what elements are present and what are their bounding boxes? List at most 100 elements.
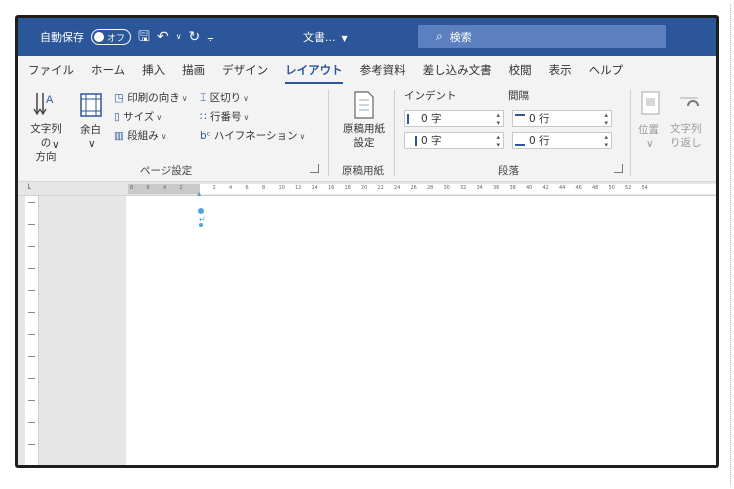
- size-button[interactable]: ▯ サイズ ∨: [114, 109, 162, 124]
- spinner-arrows-icon: ▴ ▾: [604, 111, 608, 127]
- columns-icon: ▥: [114, 130, 124, 142]
- vertical-ruler-tick: [28, 334, 35, 335]
- hyphenation-button[interactable]: bᶜ ハイフネーション ∨: [200, 128, 305, 143]
- tab-view[interactable]: 表示: [549, 62, 572, 78]
- document-name[interactable]: 文書... ▼: [303, 29, 348, 45]
- word-window: 自動保存 オフ 🖫 ↶ ∨ ↻ ⨪ 文書... ▼ ⌕ 検索 ファイル ホーム …: [18, 18, 716, 465]
- tab-references[interactable]: 参考資料: [360, 62, 406, 78]
- tab-file[interactable]: ファイル: [28, 62, 74, 78]
- ruler-tick-label: 12: [295, 185, 302, 191]
- wrap-text-icon: [680, 97, 699, 107]
- vertical-ruler-tick: [28, 202, 35, 203]
- ruler-tick-label: 4: [229, 185, 233, 191]
- line-numbers-icon: ∷: [200, 111, 207, 123]
- tab-mailings[interactable]: 差し込み文書: [423, 62, 492, 78]
- tab-review[interactable]: 校閲: [509, 62, 532, 78]
- indent-header: インデント: [404, 90, 457, 102]
- text-direction-button[interactable]: 文字列の 方向: [26, 122, 66, 164]
- text-direction-icon: A: [33, 93, 54, 116]
- orientation-label: 印刷の向き: [127, 92, 180, 104]
- document-area: ↵: [18, 196, 716, 465]
- ruler-tick-label: 34: [476, 185, 483, 191]
- chevron-down-icon: ∨: [88, 138, 96, 150]
- orientation-button[interactable]: ◳ 印刷の向き ∨: [114, 90, 188, 105]
- autosave-toggle[interactable]: オフ: [91, 29, 132, 45]
- chevron-down-icon: ∨: [181, 94, 188, 103]
- vertical-ruler-tick: [28, 290, 35, 291]
- ruler-tick-label: 36: [493, 185, 500, 191]
- redo-icon[interactable]: ↻: [189, 30, 201, 44]
- spacing-before-spinner[interactable]: 0 行 ▴ ▾: [512, 110, 612, 127]
- wrap-text-button[interactable]: 文字列 り返し: [670, 122, 702, 150]
- save-icon[interactable]: 🖫: [138, 30, 150, 44]
- indent-left-value: 0 字: [421, 113, 442, 125]
- chevron-down-icon: ∨: [299, 132, 306, 141]
- ruler-tick-label: 32: [460, 185, 467, 191]
- vertical-ruler: [25, 196, 39, 465]
- manuscript-settings-button[interactable]: 原稿用紙 設定: [342, 122, 386, 150]
- tab-selector-icon[interactable]: └: [26, 184, 31, 193]
- ruler-tick-label: 40: [526, 185, 533, 191]
- breaks-icon: ⌶: [200, 92, 207, 104]
- vertical-ruler-tick: [28, 312, 35, 313]
- indent-right-spinner[interactable]: 0 字 ▴ ▾: [404, 132, 504, 149]
- title-bar: 自動保存 オフ 🖫 ↶ ∨ ↻ ⨪ 文書... ▼ ⌕ 検索: [18, 18, 716, 56]
- undo-dropdown-icon[interactable]: ∨: [176, 33, 182, 41]
- autosave-state: オフ: [107, 33, 126, 44]
- horizontal-ruler: └ 8 6 4 2 2 4 6 8 10 12 14 16 18 20 22 24 26 28 30 32 34 36 38…: [18, 182, 716, 199]
- vertical-ruler-tick: [28, 400, 35, 401]
- paragraph-launcher-icon[interactable]: [614, 164, 623, 173]
- ruler-tick-label: 20: [361, 185, 368, 191]
- columns-button[interactable]: ▥ 段組み ∨: [114, 128, 167, 143]
- tab-home[interactable]: ホーム: [91, 62, 125, 78]
- ruler-tick-label: 48: [592, 185, 599, 191]
- spinner-arrows-icon: ▴ ▾: [496, 133, 500, 149]
- position-button[interactable]: 位置: [638, 122, 659, 137]
- tab-help[interactable]: ヘルプ: [589, 62, 624, 78]
- quick-access-toolbar: 自動保存 オフ 🖫 ↶ ∨ ↻ ⨪: [40, 29, 214, 45]
- search-box[interactable]: ⌕ 検索: [418, 25, 666, 48]
- vertical-ruler-tick: [28, 268, 35, 269]
- spacing-after-value: 0 行: [529, 135, 550, 147]
- line-numbers-label: 行番号: [210, 111, 242, 123]
- ruler-tick-label: 26: [410, 185, 417, 191]
- vertical-ruler-tick: [28, 356, 35, 357]
- breaks-label: 区切り: [209, 92, 242, 104]
- tab-insert[interactable]: 挿入: [142, 62, 165, 78]
- margins-button[interactable]: 余白: [80, 122, 101, 137]
- ruler-tick-label: 44: [559, 185, 566, 191]
- ruler-tick-label: 52: [625, 185, 632, 191]
- ruler-tick-label: 50: [608, 185, 615, 191]
- spacing-after-icon: [515, 136, 525, 146]
- manuscript-icon: [354, 91, 374, 119]
- ruler-tick-label: 22: [377, 185, 384, 191]
- document-page[interactable]: ↵: [126, 196, 716, 465]
- ruler-tick-label: 18: [344, 185, 351, 191]
- ruler-tick-label: 10: [278, 185, 285, 191]
- orientation-icon: ◳: [114, 92, 124, 104]
- customize-toolbar-icon[interactable]: ⨪: [207, 32, 213, 43]
- indent-right-value: 0 字: [421, 135, 442, 147]
- ruler-tick-label: 6: [146, 185, 150, 191]
- ruler-tick-label: 38: [509, 185, 516, 191]
- size-label: サイズ: [123, 111, 155, 123]
- columns-label: 段組み: [127, 130, 159, 142]
- page-setup-group-label: ページ設定: [140, 165, 193, 177]
- chevron-down-icon: ∨: [52, 139, 60, 151]
- line-numbers-button[interactable]: ∷ 行番号 ∨: [200, 109, 249, 124]
- tab-layout[interactable]: レイアウト: [285, 62, 343, 84]
- ruler-tick-label: 30: [443, 185, 450, 191]
- undo-icon[interactable]: ↶: [157, 30, 169, 44]
- spacing-after-spinner[interactable]: 0 行 ▴ ▾: [512, 132, 612, 149]
- page-setup-launcher-icon[interactable]: [310, 164, 319, 173]
- indent-left-spinner[interactable]: 0 字 ▴ ▾: [404, 110, 504, 127]
- position-icon: [641, 91, 660, 115]
- ruler-tick-label: 54: [641, 185, 648, 191]
- chevron-down-icon: ▼: [341, 34, 348, 43]
- tab-design[interactable]: デザイン: [222, 62, 268, 78]
- chevron-down-icon: ∨: [243, 113, 250, 122]
- spacing-before-value: 0 行: [529, 113, 550, 125]
- breaks-button[interactable]: ⌶ 区切り ∨: [200, 90, 249, 105]
- tab-draw[interactable]: 描画: [182, 62, 205, 78]
- margins-icon: [80, 93, 102, 117]
